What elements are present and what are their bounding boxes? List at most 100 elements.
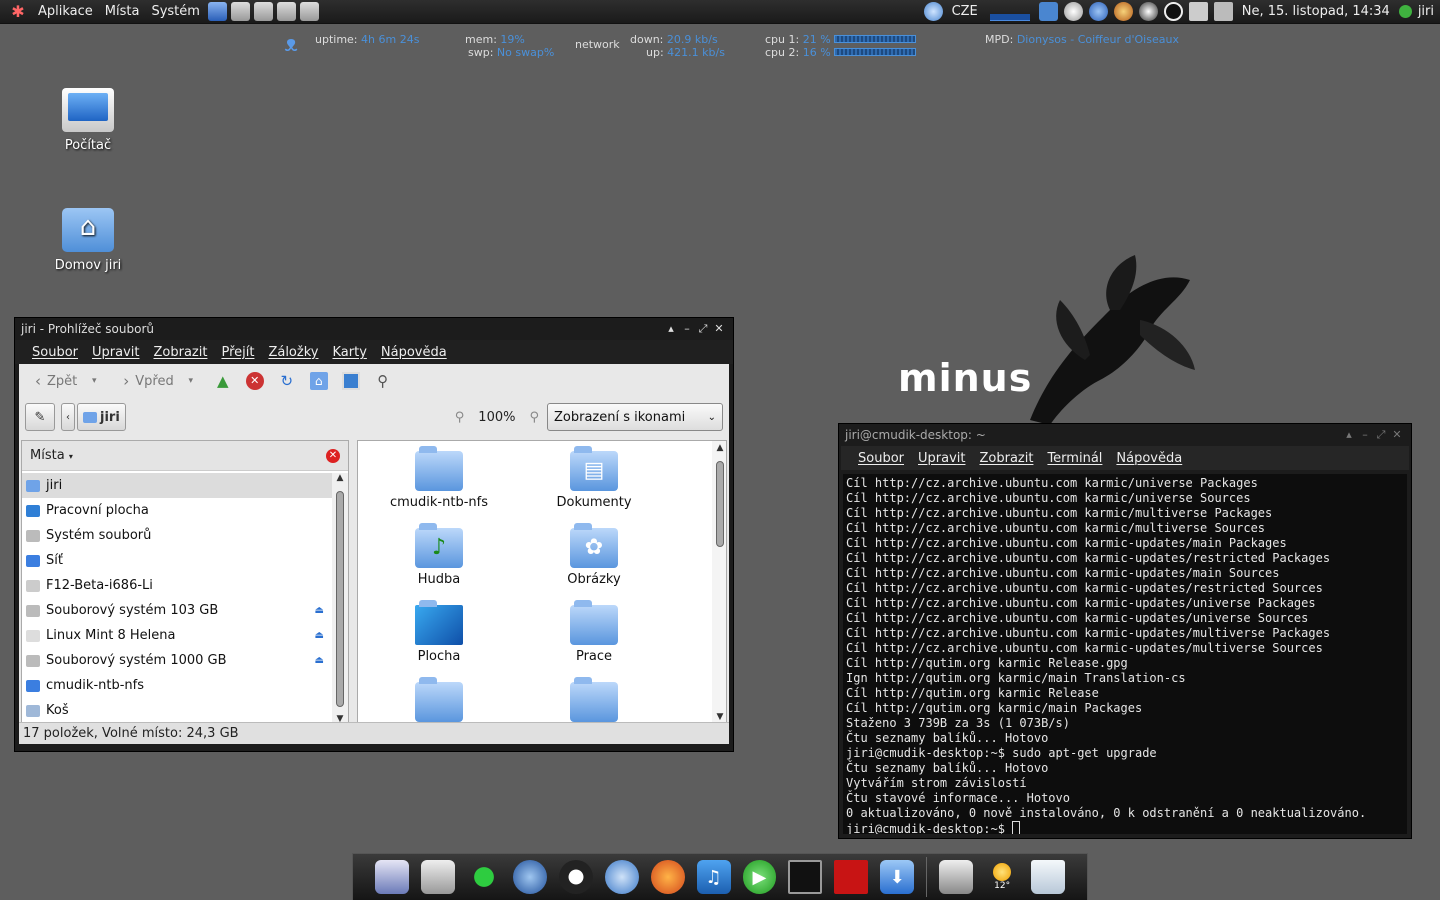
sidebar-item[interactable]: jiri xyxy=(22,473,332,498)
menu-view[interactable]: Zobrazit xyxy=(972,451,1040,466)
home-button[interactable]: ⌂ xyxy=(309,372,328,390)
weather-dock-icon[interactable]: 12° xyxy=(985,860,1019,894)
path-scroll-left-button[interactable]: ‹ xyxy=(61,403,75,431)
terminal-prompt-line[interactable]: jiri@cmudik-desktop:~$ xyxy=(846,821,1404,834)
launcher-icon[interactable] xyxy=(276,2,296,21)
forward-button[interactable]: › Vpřed ▾ xyxy=(117,372,199,390)
menu-help[interactable]: Nápověda xyxy=(1109,451,1189,466)
keyboard-layout-indicator[interactable]: CZE xyxy=(946,4,984,19)
user-menu[interactable]: jiri xyxy=(1415,4,1440,19)
sidebar-item[interactable]: Souborový systém 103 GB ⏏ xyxy=(22,598,332,623)
lastfm-dock-icon[interactable] xyxy=(834,860,869,894)
file-item[interactable]: cmudik-ntb-nfs xyxy=(364,446,514,510)
menu-terminal[interactable]: Terminál xyxy=(1040,451,1109,466)
toggle-location-entry-button[interactable]: ✎ xyxy=(25,403,55,431)
download-icon[interactable] xyxy=(1038,2,1058,21)
scroll-up-icon[interactable]: ▲ xyxy=(712,443,726,453)
minimize-button[interactable]: – xyxy=(679,321,695,337)
view-mode-select[interactable]: Zobrazení s ikonami ⌄ xyxy=(547,403,723,431)
chat-icon[interactable] xyxy=(923,2,943,21)
desktop-icon-computer[interactable]: Počítač xyxy=(38,88,138,153)
messenger-icon[interactable] xyxy=(1113,2,1133,21)
scrollbar-thumb[interactable] xyxy=(336,491,344,707)
search-button[interactable]: ⚲ xyxy=(374,372,392,390)
penguin-icon[interactable] xyxy=(1138,2,1158,21)
zoom-out-button[interactable]: ⚲ xyxy=(455,410,465,425)
clock[interactable]: Ne, 15. listopad, 14:34 xyxy=(1236,4,1396,19)
network-places-dock-icon[interactable] xyxy=(420,860,455,894)
sidebar-item[interactable]: Linux Mint 8 Helena ⏏ xyxy=(22,623,332,648)
launcher-icon[interactable] xyxy=(299,2,319,21)
scroll-down-icon[interactable]: ▼ xyxy=(712,712,726,722)
menu-go[interactable]: Přejít xyxy=(214,345,261,360)
record-icon[interactable] xyxy=(1163,2,1183,21)
close-button[interactable]: ✕ xyxy=(711,321,727,337)
menu-file[interactable]: Soubor xyxy=(25,345,85,360)
maximize-button[interactable]: ⤢ xyxy=(695,321,711,337)
sidebar-title-select[interactable]: Místa ▾ xyxy=(30,448,73,463)
scroll-up-icon[interactable]: ▲ xyxy=(332,473,348,483)
menu-edit[interactable]: Upravit xyxy=(911,451,972,466)
sidebar-close-button[interactable]: ✕ xyxy=(326,448,340,463)
menu-help[interactable]: Nápověda xyxy=(374,345,454,360)
sidebar-item[interactable]: cmudik-ntb-nfs xyxy=(22,673,332,698)
online-status-icon[interactable] xyxy=(1398,5,1412,18)
zoom-in-button[interactable]: ⚲ xyxy=(529,410,539,425)
path-button-home[interactable]: jiri xyxy=(77,403,126,431)
sidebar-scrollbar[interactable]: ▲ ▼ xyxy=(332,473,348,724)
eject-icon[interactable]: ⏏ xyxy=(315,655,324,666)
menu-bookmarks[interactable]: Záložky xyxy=(261,345,325,360)
file-cabinet-dock-icon[interactable] xyxy=(939,860,974,894)
window-titlebar[interactable]: jiri - Prohlížeč souborů ▴ – ⤢ ✕ xyxy=(15,318,733,340)
close-button[interactable]: ✕ xyxy=(1389,427,1405,443)
menu-edit[interactable]: Upravit xyxy=(85,345,146,360)
file-item[interactable]: ♪ Hudba xyxy=(364,523,514,587)
gnome-menu-icon[interactable]: ✱ xyxy=(8,2,28,22)
sidebar-item[interactable]: Systém souborů xyxy=(22,523,332,548)
panel-menu-applications[interactable]: Aplikace xyxy=(32,4,99,19)
menu-tabs[interactable]: Karty xyxy=(325,345,373,360)
penguin-dock-icon[interactable] xyxy=(558,860,593,894)
thunderbird-dock-icon[interactable] xyxy=(512,860,547,894)
computer-button[interactable] xyxy=(341,372,360,390)
sidebar-item[interactable]: F12-Beta-i686-Li xyxy=(22,573,332,598)
file-item[interactable]: Plocha xyxy=(364,600,514,664)
play-dock-icon[interactable]: ▶ xyxy=(742,860,777,894)
reload-button[interactable]: ↻ xyxy=(278,372,296,390)
launcher-icon[interactable] xyxy=(253,2,273,21)
firefox-dock-icon[interactable] xyxy=(650,860,685,894)
chevron-down-icon[interactable]: ▾ xyxy=(182,372,200,390)
eject-icon[interactable]: ⏏ xyxy=(315,605,324,616)
music-note-icon[interactable] xyxy=(1088,2,1108,21)
desktop-icon-home[interactable]: Domov jiri xyxy=(38,208,138,273)
chat-status-dock-icon[interactable] xyxy=(466,860,501,894)
terminal-dock-icon[interactable] xyxy=(788,860,823,894)
sidebar-item[interactable]: Síť xyxy=(22,548,332,573)
shade-button[interactable]: ▴ xyxy=(663,321,679,337)
panel-menu-system[interactable]: Systém xyxy=(145,4,205,19)
file-item[interactable]: Prace xyxy=(519,600,669,664)
sidebar-item[interactable]: Souborový systém 1000 GB ⏏ xyxy=(22,648,332,673)
menu-view[interactable]: Zobrazit xyxy=(146,345,214,360)
up-button[interactable]: ▲ xyxy=(214,372,232,390)
network-icon[interactable] xyxy=(1188,2,1208,21)
minimize-button[interactable]: – xyxy=(1357,427,1373,443)
panel-menu-places[interactable]: Místa xyxy=(99,4,146,19)
scrollbar-thumb[interactable] xyxy=(716,461,724,547)
file-item[interactable]: ▤ Dokumenty xyxy=(519,446,669,510)
web-browser-launcher-icon[interactable] xyxy=(207,2,227,21)
file-manager-dock-icon[interactable] xyxy=(375,860,409,894)
sidebar-item[interactable]: Koš xyxy=(22,698,332,723)
music-player-dock-icon[interactable]: ♫ xyxy=(696,860,731,894)
file-item[interactable] xyxy=(519,677,669,722)
download-dock-icon[interactable]: ⬇ xyxy=(880,860,915,894)
messenger-dock-icon[interactable] xyxy=(604,860,639,894)
file-item[interactable] xyxy=(364,677,514,722)
chevron-down-icon[interactable]: ▾ xyxy=(85,372,103,390)
back-button[interactable]: ‹ Zpět ▾ xyxy=(29,372,103,390)
launcher-icon[interactable] xyxy=(230,2,250,21)
window-titlebar[interactable]: jiri@cmudik-desktop: ~ ▴ – ⤢ ✕ xyxy=(839,424,1411,446)
maximize-button[interactable]: ⤢ xyxy=(1373,427,1389,443)
volume-icon[interactable] xyxy=(1213,2,1233,21)
network-graph-applet[interactable] xyxy=(989,2,1030,21)
